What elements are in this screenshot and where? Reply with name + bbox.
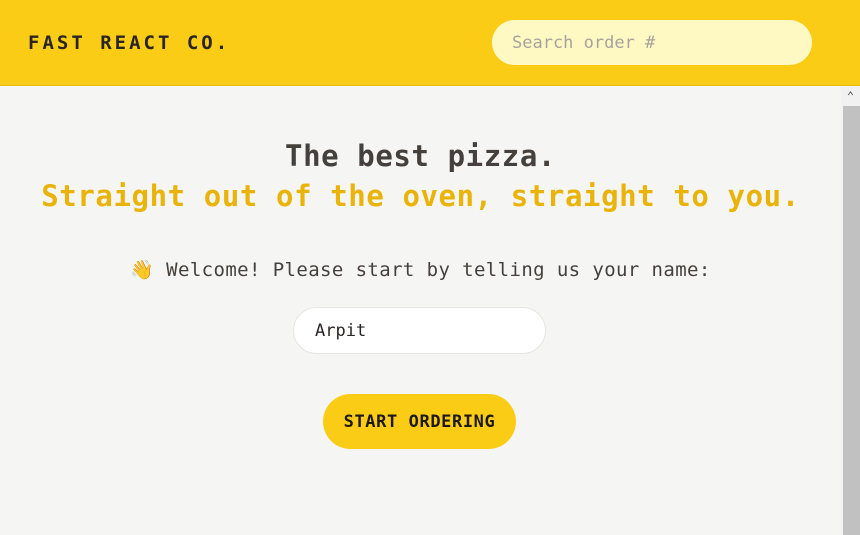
home-main: The best pizza. Straight out of the oven… (0, 86, 841, 535)
name-input[interactable] (293, 307, 546, 354)
vertical-scrollbar[interactable]: ⌃ (841, 86, 860, 535)
welcome-prompt: 👋 Welcome! Please start by telling us yo… (130, 259, 711, 281)
page-headline: The best pizza. Straight out of the oven… (0, 136, 841, 216)
app-header: FAST REACT CO. (0, 0, 860, 86)
start-ordering-button[interactable]: START ORDERING (323, 394, 516, 449)
scrollbar-thumb[interactable] (843, 106, 860, 535)
headline-title: The best pizza. (285, 139, 556, 173)
headline-subtitle: Straight out of the oven, straight to yo… (41, 179, 800, 213)
search-order-input[interactable] (492, 20, 812, 65)
scroll-up-arrow-icon[interactable]: ⌃ (841, 86, 860, 106)
logo-link[interactable]: FAST REACT CO. (28, 32, 230, 54)
